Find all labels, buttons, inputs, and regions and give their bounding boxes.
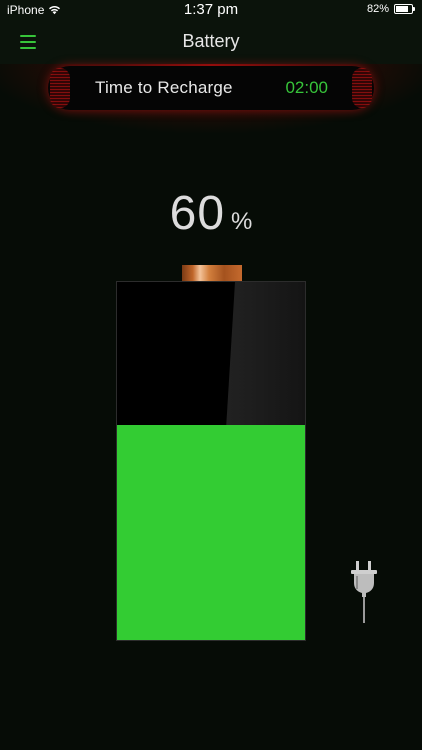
page-title: Battery — [182, 31, 240, 51]
status-battery-nub — [413, 7, 415, 11]
pill-cap-right — [352, 68, 372, 108]
pill-cap-left — [50, 68, 70, 108]
recharge-label: Time to Recharge — [95, 78, 233, 97]
battery-percent-readout: 60% — [0, 186, 422, 241]
battery-level-fill — [117, 425, 305, 640]
status-battery: 82% — [366, 3, 415, 15]
status-time: 1:37 pm — [183, 1, 239, 18]
power-plug-icon[interactable] — [348, 561, 380, 623]
nav-bar: Battery — [0, 20, 422, 64]
battery-terminal — [182, 265, 242, 282]
status-battery-percent: 82% — [366, 3, 389, 15]
recharge-time-value: 02:00 — [285, 78, 328, 97]
recharge-pill: Time to Recharge 02:00 — [48, 66, 374, 110]
battery-percent-sign: % — [231, 208, 253, 235]
status-bar: iPhone 1:37 pm 82% — [0, 0, 422, 20]
status-battery-icon — [394, 4, 415, 14]
status-battery-fill — [396, 6, 409, 12]
battery-percent-value: 60 — [169, 187, 226, 240]
battery-body — [116, 281, 306, 641]
